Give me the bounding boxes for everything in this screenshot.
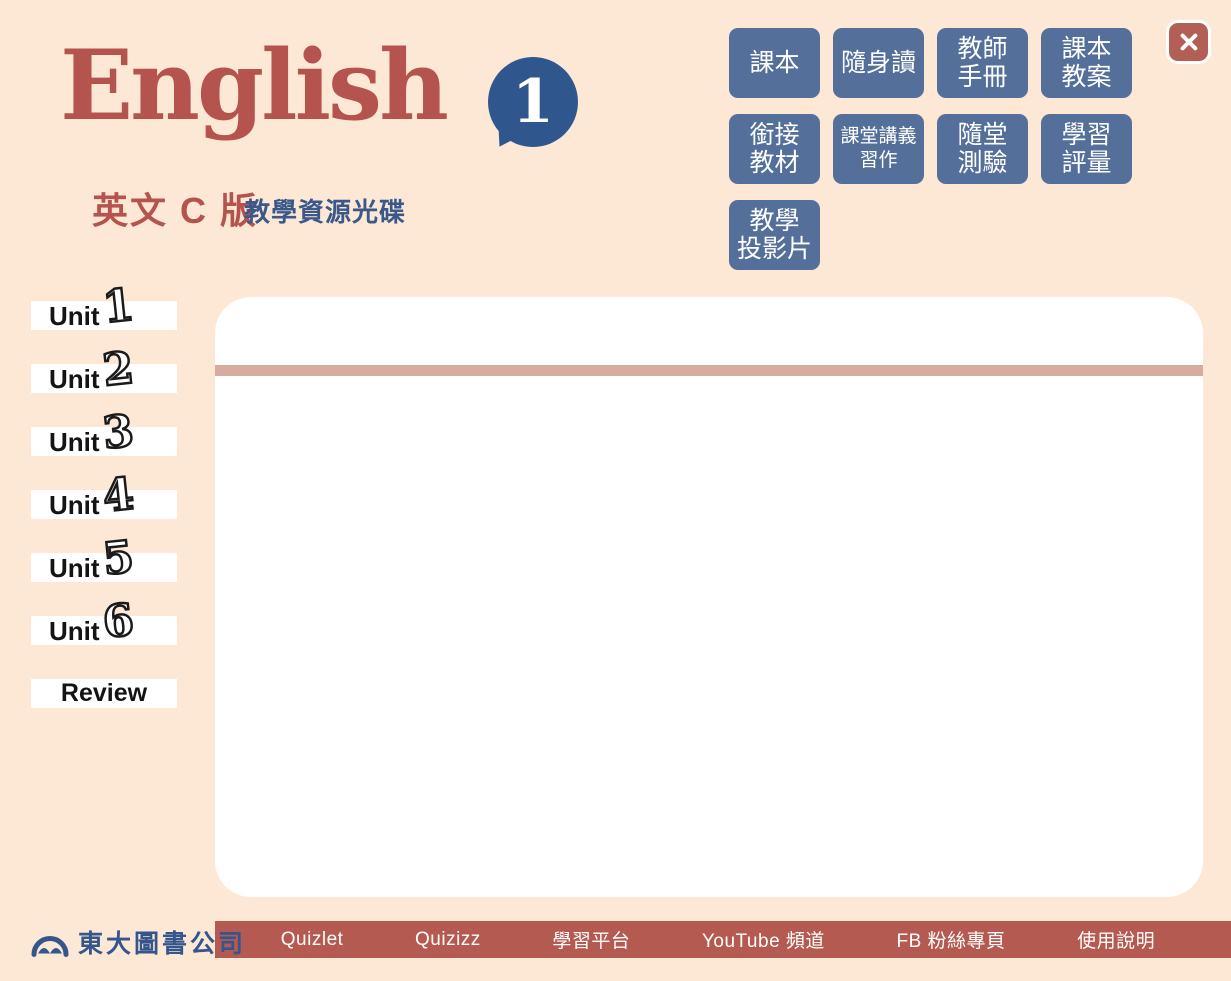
resource-button[interactable]: 課本 [729,28,820,98]
resource-button[interactable]: 課堂講義 習作 [833,114,924,184]
unit-label: Unit [49,429,100,455]
app-logo-wordmark: English [60,38,446,134]
unit-number: 4 [101,474,136,517]
footer-link-bar: Quizlet Quizizz 學習平台 YouTube 頻道 FB 粉絲專頁 使用說明 [215,921,1231,958]
footer-link[interactable]: Quizlet [281,929,344,951]
unit-number: 2 [101,348,136,391]
review-label: Review [61,679,147,708]
sidebar-unit-button[interactable]: Unit5 [31,553,177,582]
unit-sidebar: Unit1Unit2Unit3Unit4Unit5Unit6 Review [31,301,177,708]
unit-label: Unit [49,618,100,644]
publisher-name: 東大圖書公司 [78,924,246,960]
footer-link[interactable]: Quizizz [415,929,481,951]
unit-number: 3 [101,411,136,454]
volume-number: 1 [512,72,554,132]
resource-button[interactable]: 隨身讀 [833,28,924,98]
sidebar-unit-button[interactable]: Unit3 [31,427,177,456]
content-panel [215,297,1203,897]
unit-number: 6 [101,600,136,643]
sidebar-unit-button[interactable]: Unit6 [31,616,177,645]
resource-button[interactable]: 隨堂 測驗 [937,114,1028,184]
footer-link[interactable]: FB 粉絲專頁 [897,926,1006,953]
unit-label: Unit [49,555,100,581]
footer-link[interactable]: YouTube 頻道 [702,926,825,953]
publisher-logo: 東大圖書公司 [30,924,246,960]
sidebar-unit-button[interactable]: Unit4 [31,490,177,519]
unit-label: Unit [49,492,100,518]
close-button[interactable] [1166,20,1211,64]
resource-button[interactable]: 教學 投影片 [729,200,820,270]
edition-label: 英文 C 版 [92,182,258,234]
unit-label: Unit [49,366,100,392]
resource-button[interactable]: 課本 教案 [1041,28,1132,98]
unit-list: Unit1Unit2Unit3Unit4Unit5Unit6 [31,301,177,645]
unit-number: 1 [101,285,136,328]
sidebar-unit-button[interactable]: Unit1 [31,301,177,330]
footer-link[interactable]: 使用說明 [1077,926,1155,953]
sidebar-unit-button[interactable]: Unit2 [31,364,177,393]
resource-button-grid: 課本隨身讀教師 手冊課本 教案銜接 教材課堂講義 習作隨堂 測驗學習 評量教學 … [729,28,1141,270]
unit-number: 5 [101,537,136,580]
sidebar-review-button[interactable]: Review [31,679,177,708]
publisher-arch-icon [30,927,70,958]
disc-subtitle: 教學資源光碟 [244,192,406,229]
resource-button[interactable]: 銜接 教材 [729,114,820,184]
footer-link[interactable]: 學習平台 [552,926,630,953]
volume-badge: 1 [488,57,578,147]
resource-button[interactable]: 學習 評量 [1041,114,1132,184]
panel-divider [215,365,1203,376]
resource-button[interactable]: 教師 手冊 [937,28,1028,98]
unit-label: Unit [49,303,100,329]
